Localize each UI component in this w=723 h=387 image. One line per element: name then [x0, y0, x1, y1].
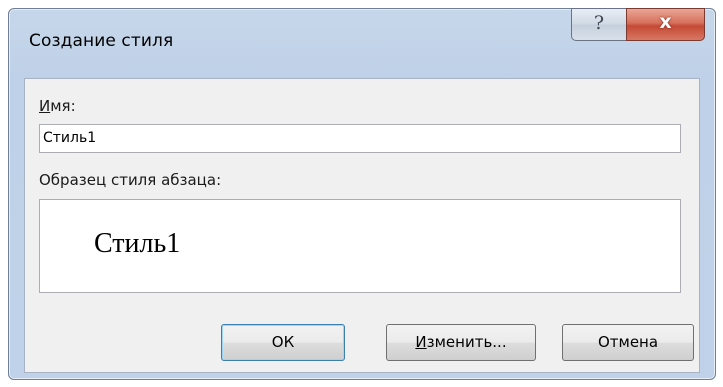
change-button-text: зменить... — [426, 333, 507, 351]
ok-button[interactable]: ОК — [221, 324, 345, 361]
dialog-content: Имя: Стиль1 Образец стиля абзаца: Стиль1… — [24, 78, 700, 373]
style-name-input[interactable]: Стиль1 — [39, 124, 681, 153]
help-icon: ? — [593, 12, 605, 34]
name-label-accelerator: И — [39, 97, 51, 115]
change-button-accelerator: И — [415, 333, 427, 351]
close-button[interactable]: x — [626, 8, 705, 41]
preview-label: Образец стиля абзаца: — [39, 171, 222, 189]
style-preview-text: Стиль1 — [94, 228, 181, 259]
name-label: Имя: — [39, 97, 76, 115]
dialog-title: Создание стиля — [29, 31, 174, 51]
change-button[interactable]: Изменить... — [386, 324, 536, 361]
name-label-text: мя: — [50, 97, 76, 115]
close-icon: x — [659, 11, 672, 33]
style-preview-box: Стиль1 — [39, 199, 681, 293]
cancel-button[interactable]: Отмена — [562, 324, 694, 361]
help-button[interactable]: ? — [571, 8, 627, 41]
create-style-dialog: Создание стиля ? x Имя: Стиль1 Образец с… — [8, 8, 716, 380]
